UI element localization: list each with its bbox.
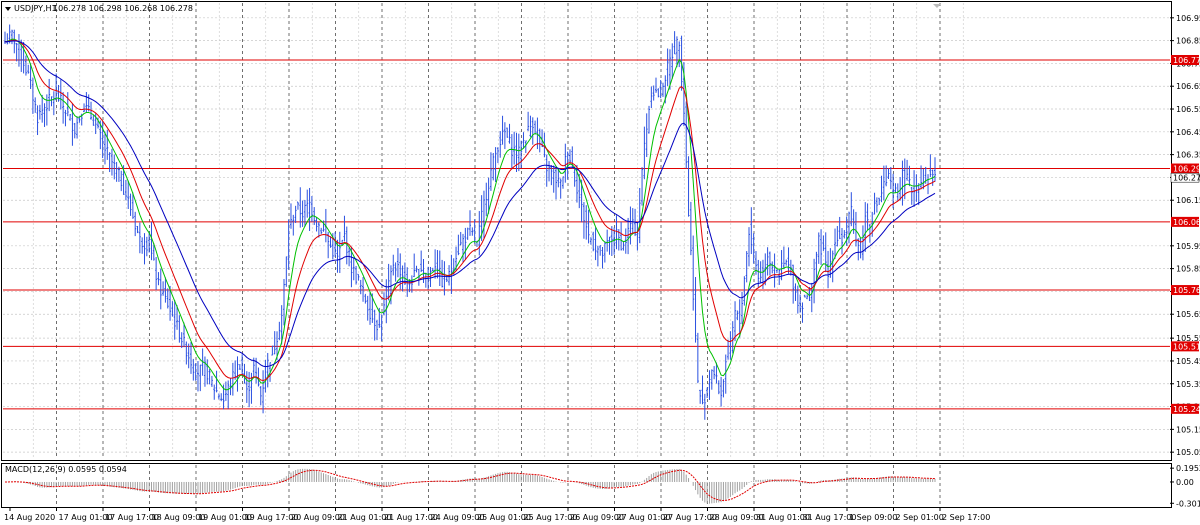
chart-ohlc-values: 106.278 106.298 106.268 106.278 xyxy=(53,4,193,13)
macd-tick-label: -0.3014 xyxy=(1176,499,1200,508)
time-tick-label: 1 Sep 09:00 xyxy=(849,513,897,522)
macd-label: MACD(12,26,9) 0.0595 0.0594 xyxy=(5,465,127,474)
price-tick-label: 106.855 xyxy=(1176,37,1200,46)
current-price-label: 106.278 xyxy=(1173,174,1200,183)
price-tick-label: 106.555 xyxy=(1176,105,1200,114)
level-price-label: 105.761 xyxy=(1173,286,1200,295)
level-price-label: 105.240 xyxy=(1173,405,1200,414)
price-tick-label: 105.050 xyxy=(1176,448,1200,457)
price-tick-label: 106.355 xyxy=(1176,151,1200,160)
price-tick-label: 105.450 xyxy=(1176,357,1200,366)
level-price-label: 106.770 xyxy=(1173,56,1200,65)
price-tick-label: 105.855 xyxy=(1176,265,1200,274)
time-tick-label: 2 Sep 17:00 xyxy=(942,513,990,522)
price-tick-label: 105.150 xyxy=(1176,425,1200,434)
level-price-label: 106.060 xyxy=(1173,218,1200,227)
macd-tick-label: 0.00 xyxy=(1176,478,1194,487)
time-tick-label: 14 Aug 2020 xyxy=(4,513,55,522)
price-tick-label: 106.955 xyxy=(1176,14,1200,23)
chart-canvas[interactable]: 0.19520.00-0.3014 106.955106.855106.7551… xyxy=(0,0,1200,525)
price-tick-label: 106.655 xyxy=(1176,82,1200,91)
price-tick-label: 106.155 xyxy=(1176,196,1200,205)
time-axis: 14 Aug 2020 17 Aug 01:0017 Aug 17:0018 Au… xyxy=(4,508,990,522)
price-tick-label: 105.655 xyxy=(1176,310,1200,319)
level-price-label: 105.514 xyxy=(1173,342,1200,351)
chart-symbol[interactable]: USDJPY,H1 xyxy=(14,4,57,13)
level-price-label: 106.294 xyxy=(1173,165,1200,174)
price-tick-label: 105.350 xyxy=(1176,380,1200,389)
price-tick-label: 105.955 xyxy=(1176,242,1200,251)
time-tick-label: 2 Sep 01:00 xyxy=(896,513,944,522)
macd-tick-label: 0.1952 xyxy=(1176,464,1200,473)
price-tick-label: 106.455 xyxy=(1176,128,1200,137)
price-axis: 106.955106.855106.755106.655106.555106.4… xyxy=(1170,14,1200,457)
